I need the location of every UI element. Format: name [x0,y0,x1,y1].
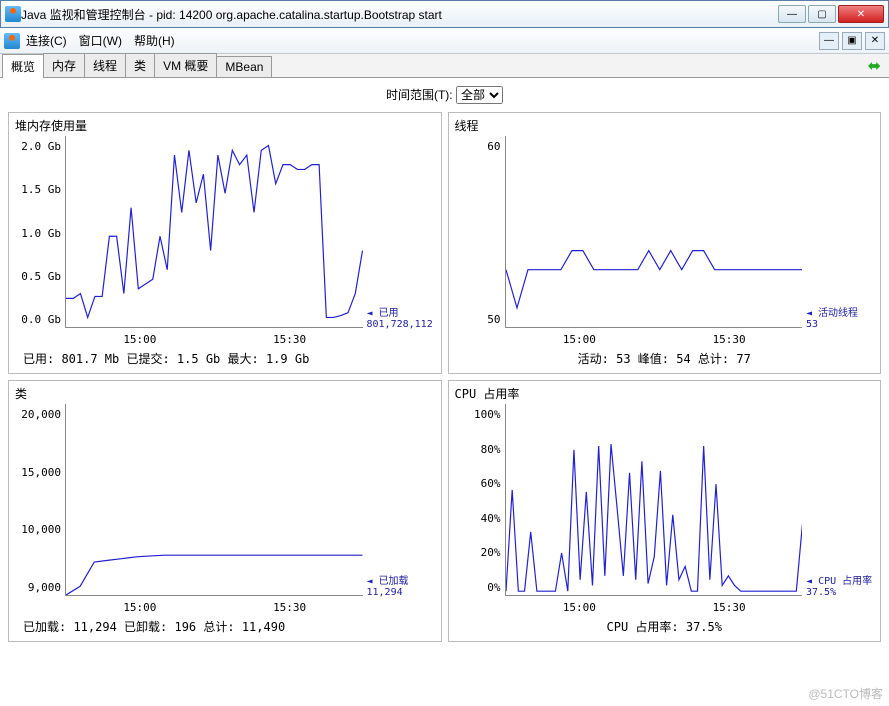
minimize-button[interactable]: — [778,5,806,23]
threads-yaxis: 6050 [455,136,505,346]
threads-legend: ◄ 活动线程53 [802,136,874,346]
tab-vm-summary[interactable]: VM 概要 [154,53,217,77]
close-button[interactable]: ✕ [838,5,884,23]
tab-memory[interactable]: 内存 [43,53,85,77]
menu-window[interactable]: 窗口(W) [73,30,128,51]
inner-minimize-button[interactable]: — [819,32,839,50]
java-icon [5,6,21,22]
panel-threads-title: 线程 [455,117,875,134]
time-range-label: 时间范围(T): [386,88,453,102]
heap-legend: ◄ 已用801,728,112 [363,136,435,346]
classes-stats: 已加载: 11,294 已卸载: 196 总计: 11,490 [15,614,435,635]
menu-help[interactable]: 帮助(H) [128,30,181,51]
cpu-yaxis: 100%80%60%40%20%0% [455,404,505,614]
heap-yaxis: 2.0 Gb1.5 Gb1.0 Gb0.5 Gb0.0 Gb [15,136,65,346]
panel-threads: 线程 6050 ◄ 活动线程53 15:0015:30 活动: 53 峰值: 5… [448,112,882,374]
menu-bar: 连接(C) 窗口(W) 帮助(H) — ▣ ✕ [0,28,889,54]
watermark: @51CTO博客 [808,685,883,702]
panel-heap: 堆内存使用量 2.0 Gb1.5 Gb1.0 Gb0.5 Gb0.0 Gb ◄ … [8,112,442,374]
tab-classes[interactable]: 类 [125,53,155,77]
heap-stats: 已用: 801.7 Mb 已提交: 1.5 Gb 最大: 1.9 Gb [15,346,435,367]
classes-legend: ◄ 已加载11,294 [363,404,435,614]
connection-status-icon: ⬌ [868,56,881,76]
classes-chart [65,404,363,596]
panel-classes: 类 20,00015,00010,0009,000 ◄ 已加载11,294 15… [8,380,442,642]
tab-overview[interactable]: 概览 [2,54,44,78]
classes-yaxis: 20,00015,00010,0009,000 [15,404,65,614]
window-titlebar: Java 监视和管理控制台 - pid: 14200 org.apache.ca… [0,0,889,28]
heap-chart [65,136,363,328]
threads-chart [505,136,803,328]
menu-connect[interactable]: 连接(C) [20,30,73,51]
tab-bar: 概览 内存 线程 类 VM 概要 MBean ⬌ [0,54,889,78]
time-range-select[interactable]: 全部 [456,86,503,104]
window-title: Java 监视和管理控制台 - pid: 14200 org.apache.ca… [21,6,778,23]
time-range-bar: 时间范围(T): 全部 [0,78,889,112]
maximize-button[interactable]: ▢ [808,5,836,23]
panel-cpu: CPU 占用率 100%80%60%40%20%0% ◄ CPU 占用率37.5… [448,380,882,642]
threads-xaxis: 15:0015:30 [505,333,805,346]
cpu-legend: ◄ CPU 占用率37.5% [802,404,874,614]
inner-close-button[interactable]: ✕ [865,32,885,50]
panel-cpu-title: CPU 占用率 [455,385,875,402]
panel-heap-title: 堆内存使用量 [15,117,435,134]
heap-xaxis: 15:0015:30 [65,333,365,346]
java-icon [4,33,20,49]
panel-classes-title: 类 [15,385,435,402]
tab-threads[interactable]: 线程 [84,53,126,77]
inner-restore-button[interactable]: ▣ [842,32,862,50]
tab-mbeans[interactable]: MBean [216,56,272,77]
cpu-stats: CPU 占用率: 37.5% [455,614,875,635]
cpu-xaxis: 15:0015:30 [505,601,805,614]
cpu-chart [505,404,803,596]
classes-xaxis: 15:0015:30 [65,601,365,614]
threads-stats: 活动: 53 峰值: 54 总计: 77 [455,346,875,367]
